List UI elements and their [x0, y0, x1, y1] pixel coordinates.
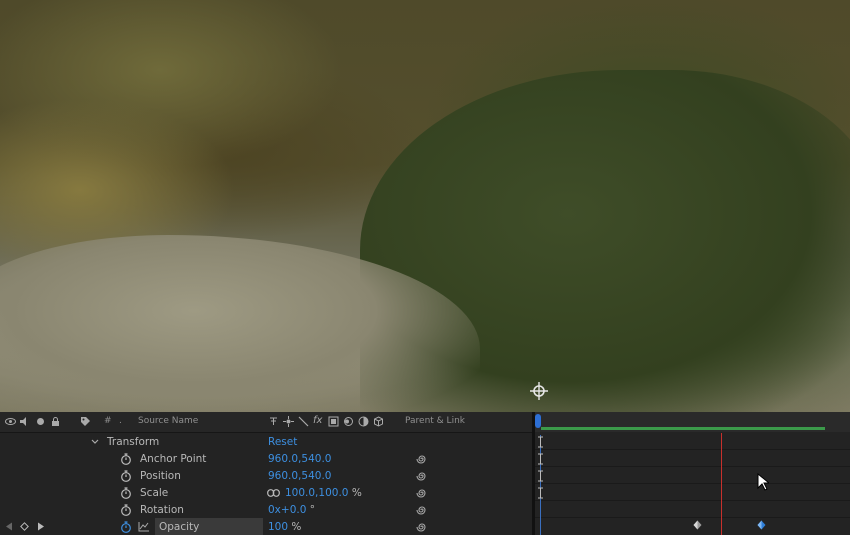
source-name-header[interactable]: Source Name: [138, 416, 198, 426]
property-name: Anchor Point: [140, 453, 207, 465]
stopwatch-icon[interactable]: [120, 470, 132, 482]
collapse-transformations-icon[interactable]: [283, 416, 294, 427]
property-name: Opacity: [159, 521, 200, 533]
stopwatch-icon[interactable]: [120, 504, 132, 516]
timeline-row: [535, 433, 850, 450]
property-name: Rotation: [140, 504, 184, 516]
dot-column-label: .: [119, 416, 122, 426]
layer-header: # . Source Name fx Parent & Link: [0, 412, 532, 433]
add-keyframe-icon[interactable]: [20, 522, 29, 531]
time-ruler[interactable]: [535, 412, 850, 432]
timeline-row: [535, 484, 850, 501]
work-area-bar[interactable]: [541, 427, 825, 430]
timeline-row: [535, 467, 850, 484]
property-value[interactable]: 0x+0.0 °: [268, 504, 315, 516]
pick-whip-icon[interactable]: [416, 470, 428, 482]
frame-blend-icon[interactable]: [328, 416, 339, 427]
pick-whip-icon[interactable]: [416, 453, 428, 465]
layer-in-marker-line: [540, 435, 541, 535]
keyframe-marker-icon: [538, 453, 543, 465]
property-unit: %: [351, 487, 362, 499]
audio-icon[interactable]: [19, 416, 30, 427]
adjustment-layer-icon[interactable]: [358, 416, 369, 427]
lock-icon[interactable]: [50, 416, 61, 427]
property-row-opacity: Opacity 100 %: [0, 518, 532, 535]
property-rows: Transform Reset Anchor Point 960.0,540.0…: [0, 433, 532, 535]
hash-column-label: #: [104, 416, 112, 426]
pick-whip-icon[interactable]: [416, 487, 428, 499]
property-name: Scale: [140, 487, 169, 499]
solo-icon[interactable]: [35, 416, 46, 427]
composition-viewer[interactable]: [0, 0, 850, 412]
keyframe-marker-icon: [538, 436, 543, 448]
property-row-position: Position 960.0,540.0: [0, 467, 532, 484]
property-value[interactable]: 960.0,540.0: [268, 453, 331, 465]
property-name: Position: [140, 470, 181, 482]
transform-group-row[interactable]: Transform Reset: [0, 433, 532, 450]
reset-link[interactable]: Reset: [268, 436, 297, 448]
timeline-row: [535, 501, 850, 518]
pick-whip-icon[interactable]: [416, 521, 428, 533]
keyframe-marker-icon: [538, 487, 543, 499]
property-unit: %: [291, 521, 302, 533]
shy-icon[interactable]: [268, 416, 279, 427]
constrain-proportions-link-icon[interactable]: [267, 489, 280, 497]
parent-link-header[interactable]: Parent & Link: [405, 416, 465, 426]
previous-keyframe-icon[interactable]: [5, 522, 13, 531]
keyframe-diamond-icon[interactable]: [693, 520, 702, 530]
anchor-point-icon[interactable]: [529, 381, 549, 401]
label-tag-icon[interactable]: [80, 416, 91, 427]
quality-icon[interactable]: [298, 416, 309, 427]
stopwatch-icon[interactable]: [120, 453, 132, 465]
motion-blur-icon[interactable]: [343, 416, 354, 427]
current-time-indicator-line[interactable]: [721, 433, 722, 535]
property-value[interactable]: 960.0,540.0: [268, 470, 331, 482]
property-value[interactable]: 100.0,100.0 %: [285, 487, 362, 499]
property-value[interactable]: 100 %: [268, 521, 301, 533]
transform-label: Transform: [107, 436, 160, 448]
property-row-anchor-point: Anchor Point 960.0,540.0: [0, 450, 532, 467]
keyframe-diamond-selected-icon[interactable]: [757, 520, 766, 530]
mouse-pointer-icon: [757, 473, 769, 491]
3d-layer-icon[interactable]: [373, 416, 384, 427]
eye-icon[interactable]: [5, 416, 16, 427]
current-time-indicator-head[interactable]: [535, 414, 541, 428]
property-row-rotation: Rotation 0x+0.0 °: [0, 501, 532, 518]
keyframe-marker-icon: [538, 470, 543, 482]
effects-fx-header[interactable]: fx: [313, 415, 322, 426]
chevron-down-icon[interactable]: [91, 438, 99, 446]
property-unit: °: [309, 504, 315, 516]
property-row-scale: Scale 100.0,100.0 %: [0, 484, 532, 501]
timeline-graph-area[interactable]: [535, 412, 850, 535]
next-keyframe-icon[interactable]: [37, 522, 45, 531]
timeline-row: [535, 450, 850, 467]
timeline-panel: # . Source Name fx Parent & Link Transfo…: [0, 412, 850, 535]
graph-editor-icon[interactable]: [138, 521, 150, 532]
pick-whip-icon[interactable]: [416, 504, 428, 516]
stopwatch-active-icon[interactable]: [120, 521, 132, 533]
stopwatch-icon[interactable]: [120, 487, 132, 499]
